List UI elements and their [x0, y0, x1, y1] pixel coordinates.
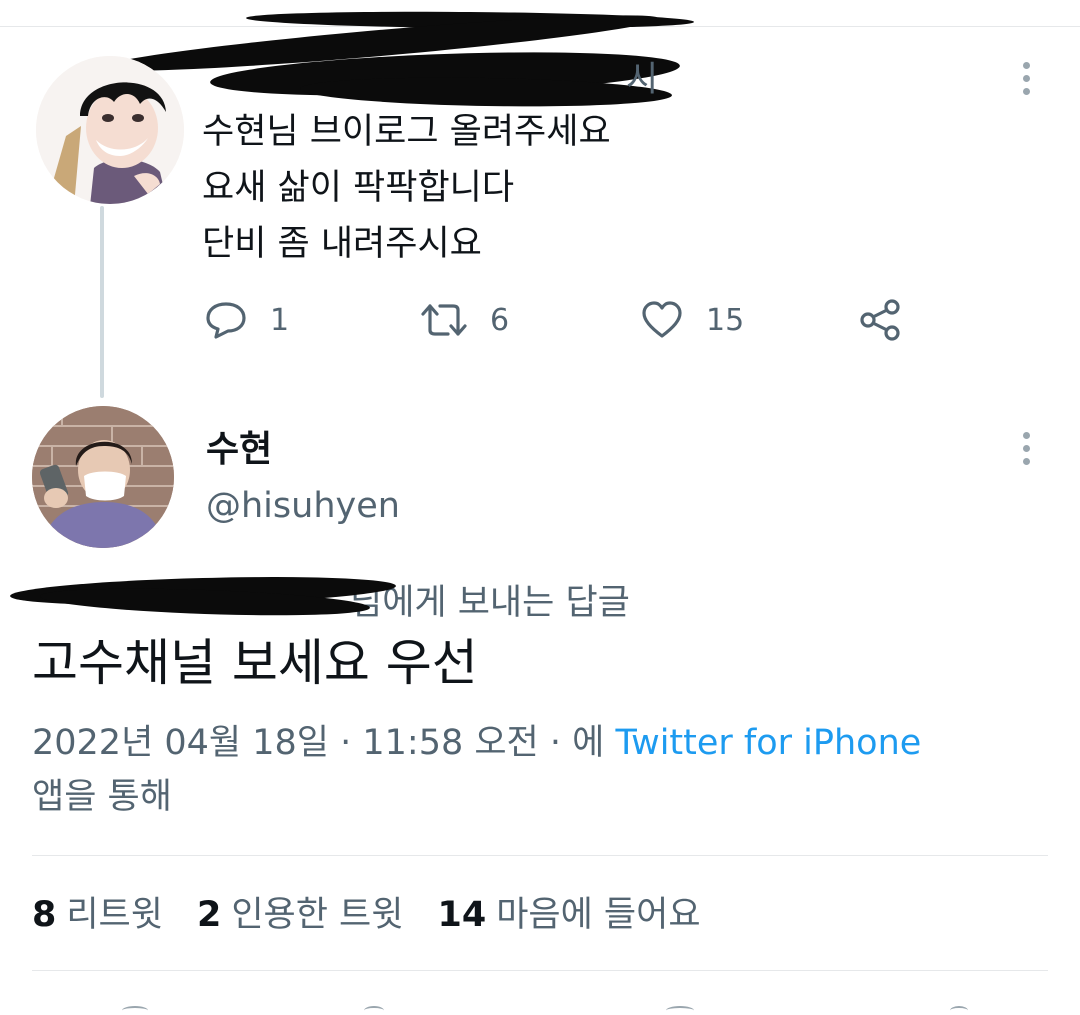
quotes-stat[interactable]: 2 인용한 트윗 — [197, 886, 404, 937]
divider-bottom — [32, 970, 1048, 971]
reply-action[interactable]: 1 — [204, 298, 289, 342]
user-handle[interactable]: @hisuhyen — [206, 486, 400, 526]
via-suffix: 앱을 통해 — [32, 777, 172, 817]
heart-icon-peek[interactable] — [666, 1006, 694, 1015]
divider — [32, 855, 1048, 856]
retweets-stat[interactable]: 8 리트윗 — [32, 886, 163, 937]
reply-to-suffix: 님에게 보내는 답글 — [350, 583, 630, 623]
thread-connector-line — [100, 206, 104, 398]
share-icon — [858, 298, 902, 342]
parent-tweet-line-3: 단비 좀 내려주시요 — [202, 224, 482, 264]
parent-tweet-line-2: 요새 삶이 팍팍합니다 — [202, 168, 515, 208]
parent-tweet-line-1: 수현님 브이로그 올려주세요 — [202, 112, 611, 152]
tweet-meta: 2022년 04월 18일 · 11:58 오전 · 에 Twitter for… — [32, 716, 1032, 824]
share-icon-peek[interactable] — [950, 1006, 968, 1015]
more-vertical-icon-main[interactable] — [1023, 432, 1033, 471]
heart-icon — [640, 300, 684, 340]
reply-count: 1 — [270, 302, 290, 338]
tweet-stats: 8 리트윗 2 인용한 트윗 14 마음에 들어요 — [32, 886, 701, 937]
tweet-text: 고수채널 보세요 우선 — [32, 634, 478, 692]
retweet-count: 6 — [490, 302, 510, 338]
reply-icon-peek[interactable] — [122, 1006, 148, 1015]
retweet-action[interactable]: 6 — [420, 298, 509, 342]
user-display-name[interactable]: 수현 — [206, 420, 272, 472]
parent-avatar[interactable] — [36, 56, 184, 204]
share-action[interactable] — [858, 298, 902, 342]
like-action[interactable]: 15 — [640, 298, 744, 342]
reply-icon — [204, 300, 248, 340]
tweet-timestamp[interactable]: 2022년 04월 18일 · 11:58 오전 · 에 — [32, 723, 604, 763]
likes-stat[interactable]: 14 마음에 들어요 — [437, 886, 700, 937]
via-app-link[interactable]: Twitter for iPhone — [615, 723, 921, 763]
more-vertical-icon[interactable] — [1023, 62, 1033, 101]
retweet-icon-peek[interactable] — [364, 1006, 384, 1015]
user-avatar[interactable] — [32, 406, 174, 548]
parent-display-name-partial: 시 — [626, 60, 659, 100]
like-count: 15 — [706, 302, 745, 338]
retweet-icon — [420, 300, 468, 340]
